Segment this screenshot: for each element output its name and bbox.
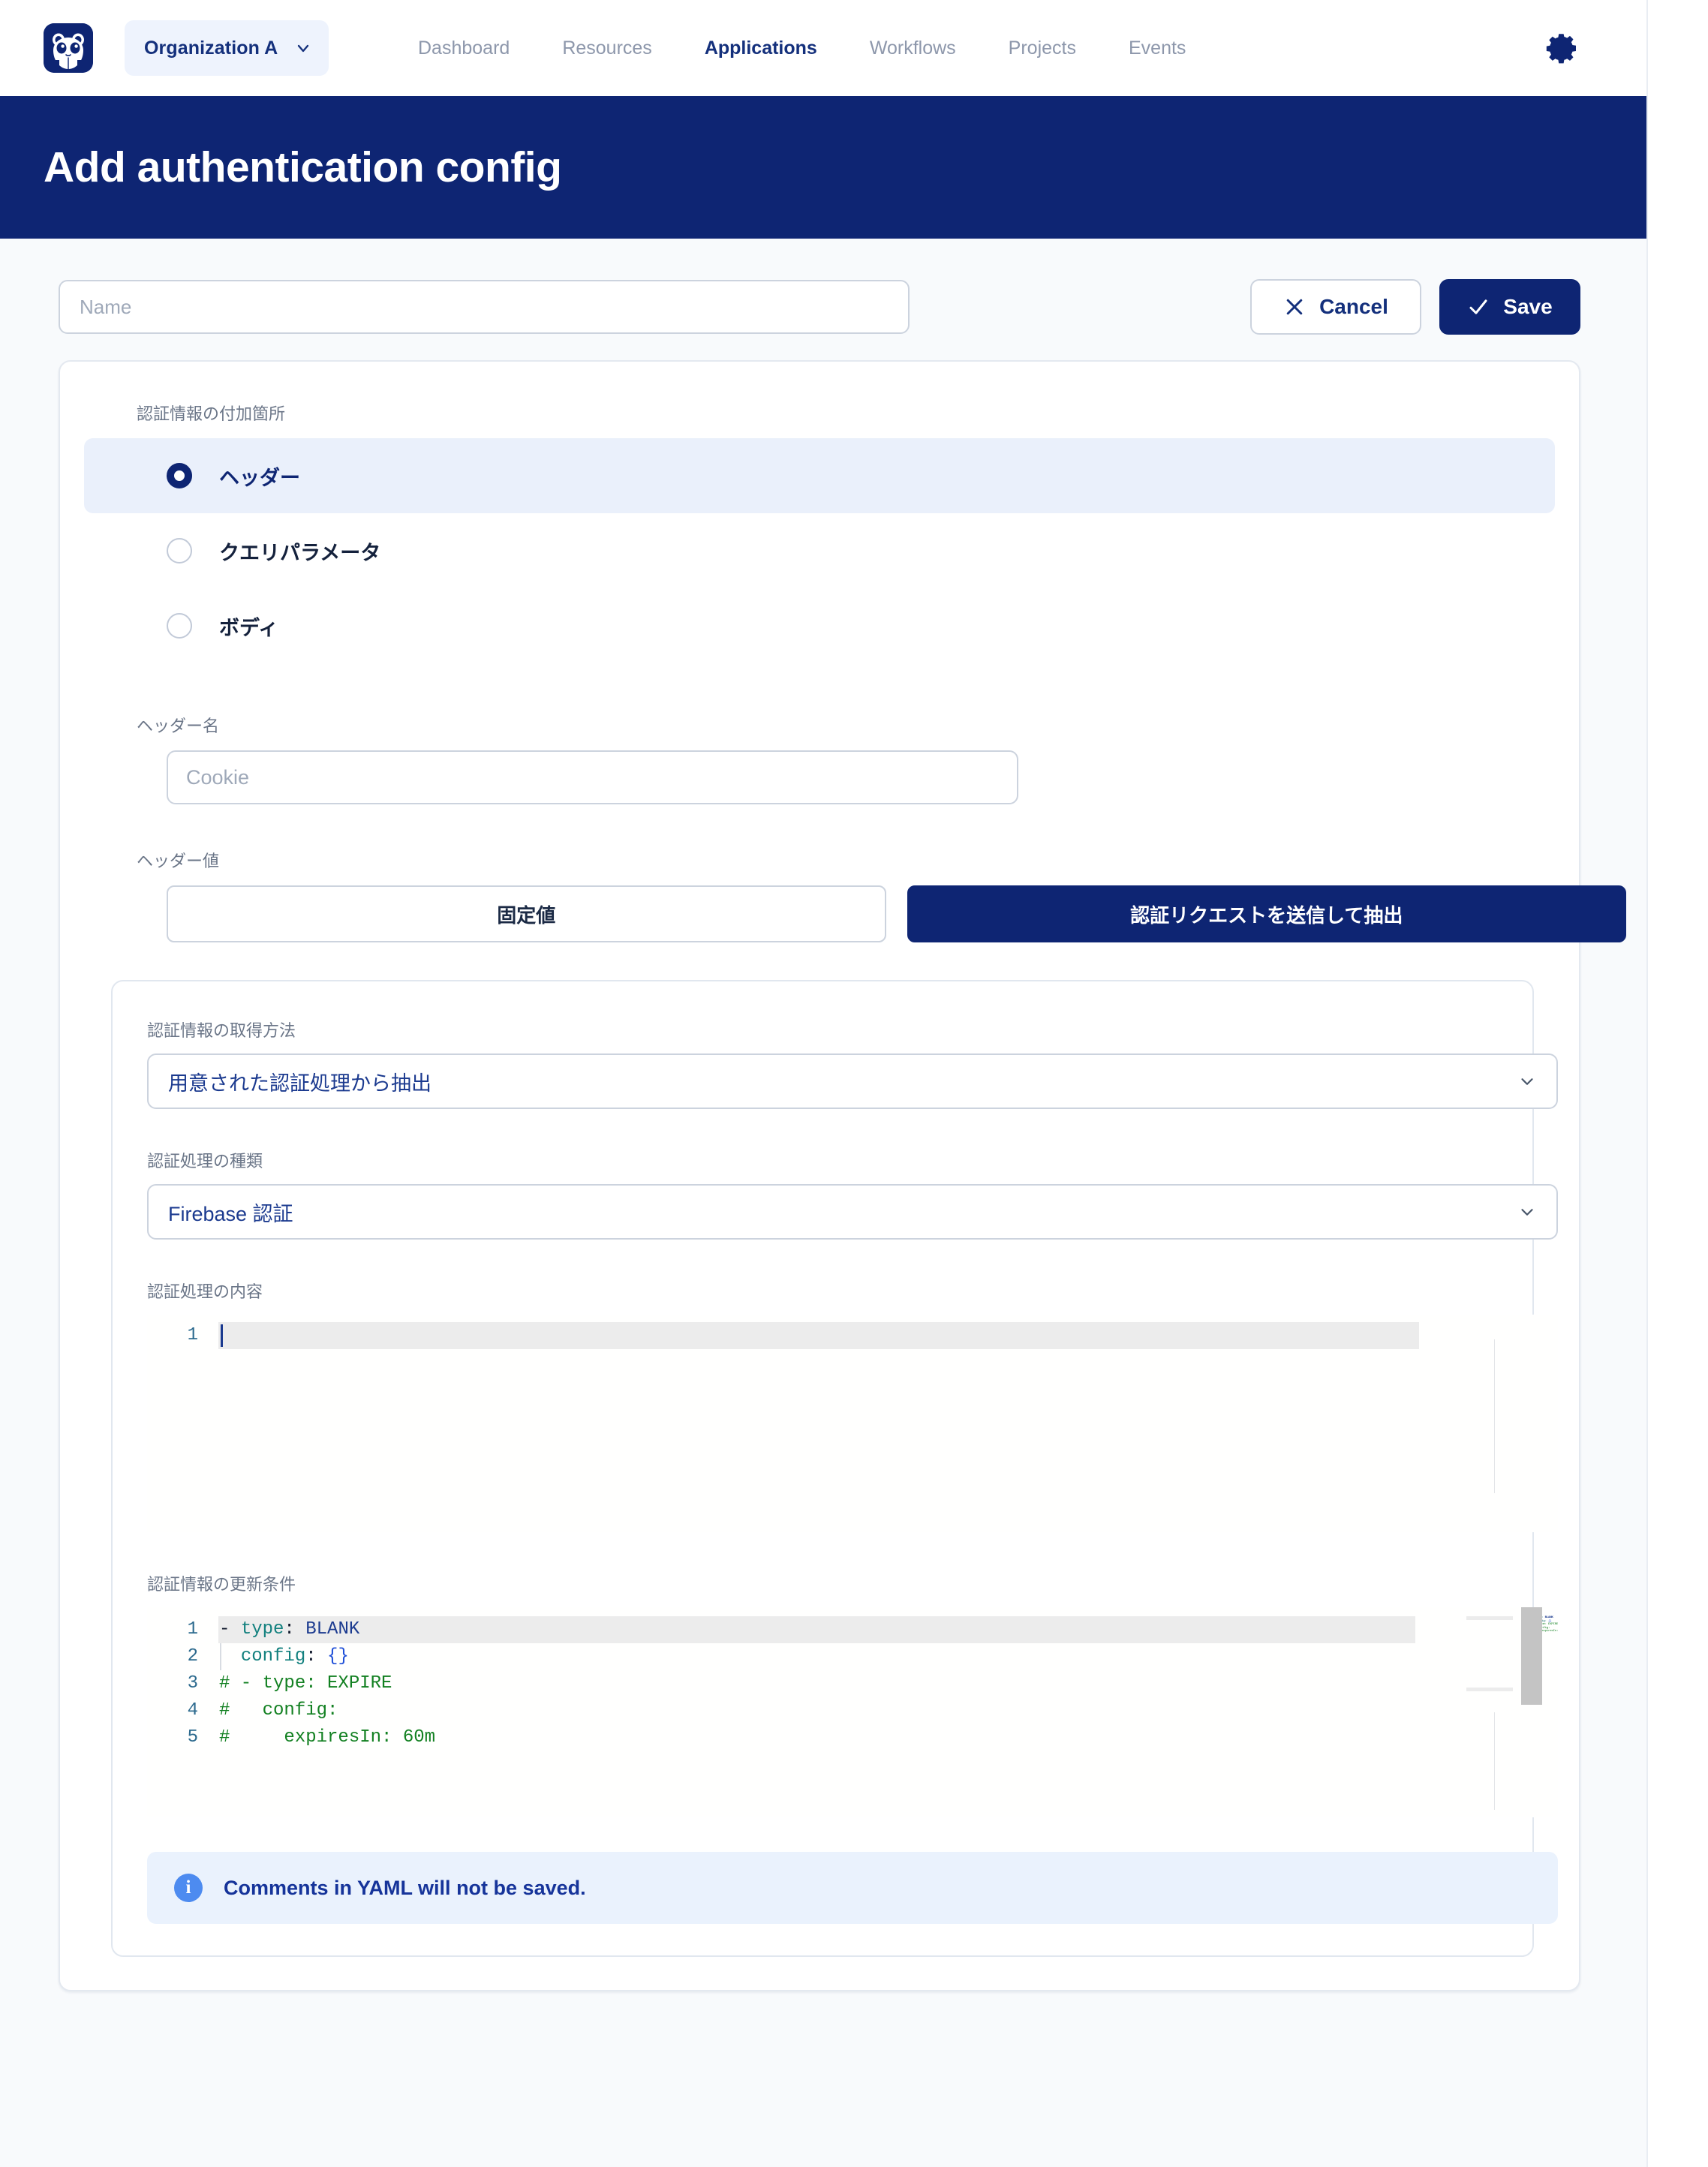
code-line: # config: [219, 1700, 338, 1721]
main-nav-links: Dashboard Resources Applications Workflo… [392, 38, 1212, 59]
editor-minimap-divider [1494, 1339, 1495, 1493]
page-viewport: Organization A Dashboard Resources Appli… [0, 0, 1648, 2167]
radio-indicator [167, 538, 192, 564]
nav-link-resources[interactable]: Resources [536, 38, 678, 59]
auth-config-card: 認証情報の付加箇所 ヘッダー クエリパラメータ ボディ ヘッダー名 ヘッダー値 … [59, 360, 1626, 1991]
header-name-label: ヘッダー名 [137, 717, 220, 735]
current-line-highlight [218, 1322, 1419, 1349]
credential-method-value: 用意された認証処理から抽出 [168, 1071, 432, 1095]
header-name-input[interactable] [167, 750, 1018, 804]
code-line: # - type: EXPIRE [219, 1673, 392, 1694]
line-number: 3 [187, 1673, 198, 1694]
auth-process-type-value: Firebase 認証 [168, 1202, 293, 1225]
info-banner-text: Comments in YAML will not be saved. [224, 1876, 586, 1899]
info-icon: i [174, 1874, 203, 1902]
action-row: Cancel Save [0, 239, 1646, 335]
chevron-down-icon [294, 39, 312, 57]
radio-option-header[interactable]: ヘッダー [84, 438, 1555, 513]
nav-link-projects[interactable]: Projects [982, 38, 1102, 59]
save-button-label: Save [1503, 295, 1553, 318]
chevron-down-icon [1517, 1202, 1537, 1222]
organization-name: Organization A [144, 37, 278, 59]
nav-link-applications[interactable]: Applications [678, 38, 843, 59]
nav-link-events[interactable]: Events [1102, 38, 1212, 59]
chevron-down-icon [1517, 1071, 1537, 1091]
panda-logo-icon [44, 23, 93, 73]
mode-fixed-value-button[interactable]: 固定値 [167, 885, 886, 942]
header-value-mode-toggle: 固定値 認証リクエストを送信して抽出 [167, 885, 1626, 942]
check-icon [1467, 296, 1490, 318]
code-line: # expiresIn: 60m [219, 1727, 436, 1748]
name-input[interactable] [59, 280, 910, 334]
radio-option-label: ヘッダー [219, 466, 300, 489]
mode-extract-from-request-button[interactable]: 認証リクエストを送信して抽出 [907, 885, 1626, 942]
line-number: 1 [187, 1619, 198, 1640]
credential-method-label: 認証情報の取得方法 [147, 1021, 296, 1040]
credential-extraction-panel: 認証情報の取得方法 用意された認証処理から抽出 認証処理の種類 Firebase… [111, 980, 1558, 1957]
editor-gutter: 1 [147, 1315, 198, 1532]
auth-process-content-label: 認証処理の内容 [147, 1282, 263, 1301]
radio-option-query-param[interactable]: クエリパラメータ [84, 513, 1555, 588]
line-number: 4 [187, 1700, 198, 1721]
line-number: 5 [187, 1727, 198, 1748]
code-line: - type: BLANK [219, 1619, 360, 1640]
refresh-condition-label: 認証情報の更新条件 [147, 1575, 296, 1594]
code-line: config: {} [240, 1646, 349, 1667]
auth-process-type-select[interactable]: Firebase 認証 [147, 1184, 1558, 1240]
organization-selector[interactable]: Organization A [125, 20, 329, 76]
editor-code-area: - type: BLANK config: {} # - type: EXPIR… [219, 1616, 1558, 1751]
editor-minimap-divider [1494, 1712, 1495, 1810]
page-title: Add authentication config [44, 143, 562, 191]
header-value-label: ヘッダー値 [137, 852, 220, 870]
radio-indicator [167, 613, 192, 639]
cancel-button[interactable]: Cancel [1250, 279, 1421, 335]
radio-option-body[interactable]: ボディ [84, 588, 1555, 663]
yaml-comment-info-banner: i Comments in YAML will not be saved. [147, 1852, 1558, 1924]
radio-indicator [167, 463, 192, 488]
auth-process-type-label: 認証処理の種類 [147, 1152, 263, 1171]
cancel-button-label: Cancel [1319, 295, 1388, 318]
editor-gutter: 1 2 3 4 5 [147, 1607, 198, 1817]
line-number: 1 [187, 1325, 198, 1345]
radio-option-label: クエリパラメータ [219, 541, 381, 564]
attach-location-radio-group: ヘッダー クエリパラメータ ボディ [84, 438, 1555, 663]
refresh-condition-editor[interactable]: 1 2 3 4 5 - type: BLANK config: {} # - t… [147, 1607, 1558, 1817]
credential-method-select[interactable]: 用意された認証処理から抽出 [147, 1053, 1558, 1109]
save-button[interactable]: Save [1439, 279, 1580, 335]
top-navigation-bar: Organization A Dashboard Resources Appli… [0, 0, 1646, 96]
close-icon [1283, 296, 1306, 318]
line-number: 2 [187, 1646, 198, 1667]
gear-icon[interactable] [1544, 30, 1580, 66]
app-root: Organization A Dashboard Resources Appli… [0, 0, 1708, 2167]
page-title-band: Add authentication config [0, 96, 1646, 239]
text-caret [221, 1324, 223, 1347]
auth-process-content-editor[interactable]: 1 [147, 1315, 1558, 1532]
nav-link-workflows[interactable]: Workflows [843, 38, 982, 59]
radio-option-label: ボディ [219, 616, 279, 639]
editor-scrollbar-thumb[interactable] [1521, 1607, 1542, 1705]
nav-link-dashboard[interactable]: Dashboard [392, 38, 536, 59]
attach-location-label: 認証情報の付加箇所 [137, 404, 286, 423]
